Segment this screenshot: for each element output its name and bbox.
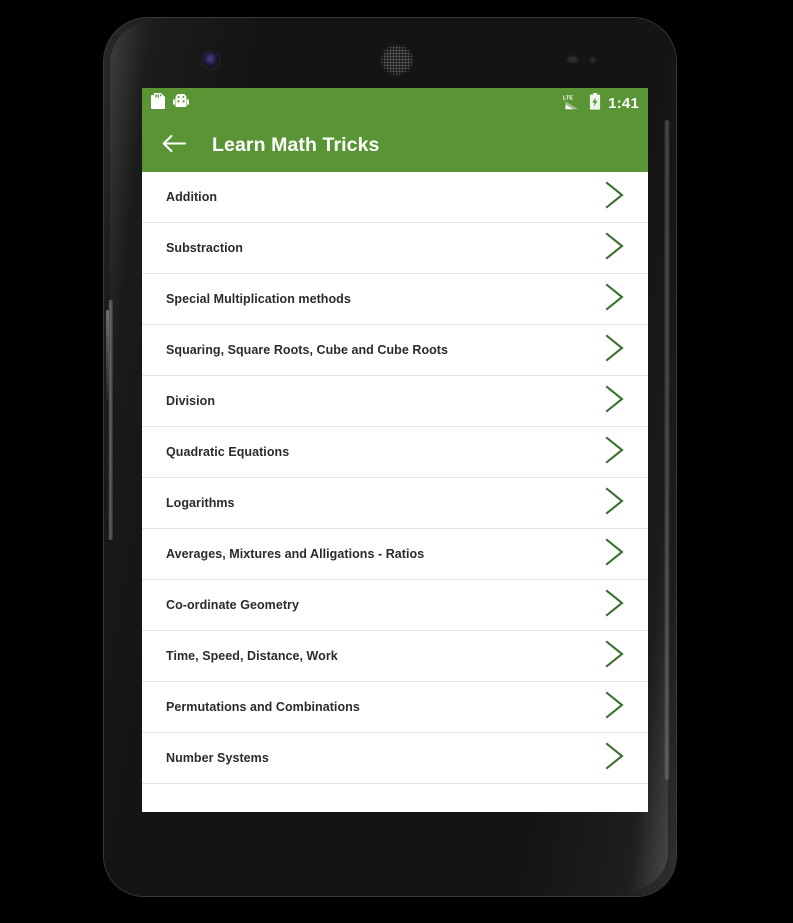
chevron-right-icon xyxy=(602,690,628,725)
list-item[interactable]: Averages, Mixtures and Alligations - Rat… xyxy=(142,529,648,580)
chevron-right-icon xyxy=(602,639,628,674)
list-item-label: Quadratic Equations xyxy=(166,445,290,459)
chevron-right-icon xyxy=(602,333,628,368)
battery-charging-icon xyxy=(589,92,601,115)
list-item-label: Time, Speed, Distance, Work xyxy=(166,649,338,663)
chevron-right-icon xyxy=(602,231,628,266)
list-item-label: Special Multiplication methods xyxy=(166,292,351,306)
chevron-right-icon xyxy=(602,588,628,623)
chevron-right-icon xyxy=(602,180,628,215)
list-item[interactable]: Logarithms xyxy=(142,478,648,529)
status-bar-left-icons xyxy=(151,92,189,114)
ambient-light-sensor xyxy=(590,57,596,63)
list-item-label: Averages, Mixtures and Alligations - Rat… xyxy=(166,547,425,561)
list-item[interactable]: Number Systems xyxy=(142,733,648,784)
earpiece-speaker-grille xyxy=(381,45,413,75)
screenshot-stage: LTE 1:41 Learn Math Tricks Addition Subs… xyxy=(0,0,793,923)
status-bar: LTE 1:41 xyxy=(142,88,648,119)
lte-signal-icon: LTE xyxy=(563,93,582,115)
list-item-label: Squaring, Square Roots, Cube and Cube Ro… xyxy=(166,343,449,357)
list-item[interactable]: Special Multiplication methods xyxy=(142,274,648,325)
list-item-label: Number Systems xyxy=(166,751,269,765)
status-bar-right-icons: LTE 1:41 xyxy=(563,92,639,115)
list-item-partial[interactable] xyxy=(142,784,648,812)
sd-card-icon xyxy=(151,93,165,114)
proximity-sensor xyxy=(567,56,578,63)
list-item-label: Addition xyxy=(166,190,218,204)
chevron-right-icon xyxy=(602,384,628,419)
list-item[interactable]: Time, Speed, Distance, Work xyxy=(142,631,648,682)
chevron-right-icon xyxy=(602,741,628,776)
chevron-right-icon xyxy=(602,537,628,572)
topic-list: Addition Substraction Special Multiplicati… xyxy=(142,172,648,784)
page-title: Learn Math Tricks xyxy=(212,134,380,156)
list-item[interactable]: Permutations and Combinations xyxy=(142,682,648,733)
status-bar-clock: 1:41 xyxy=(608,95,639,112)
list-item-label: Co-ordinate Geometry xyxy=(166,598,299,612)
phone-screen: LTE 1:41 Learn Math Tricks Addition Subs… xyxy=(142,88,648,812)
back-button[interactable] xyxy=(159,131,189,161)
list-item-label: Logarithms xyxy=(166,496,235,510)
list-item-label: Substraction xyxy=(166,241,243,255)
phone-right-edge-highlight xyxy=(664,120,670,780)
chevron-right-icon xyxy=(602,486,628,521)
list-item-label: Division xyxy=(166,394,216,408)
list-item[interactable]: Co-ordinate Geometry xyxy=(142,580,648,631)
list-item[interactable]: Squaring, Square Roots, Cube and Cube Ro… xyxy=(142,325,648,376)
back-arrow-icon xyxy=(162,134,187,158)
svg-text:LTE: LTE xyxy=(563,95,573,101)
app-bar: Learn Math Tricks xyxy=(142,119,648,172)
chevron-right-icon xyxy=(602,282,628,317)
list-item[interactable]: Addition xyxy=(142,172,648,223)
list-item-label: Permutations and Combinations xyxy=(166,700,360,714)
phone-left-button-highlight xyxy=(106,310,109,400)
android-robot-icon xyxy=(173,92,189,114)
front-camera-lens xyxy=(203,52,219,68)
chevron-right-icon xyxy=(602,435,628,470)
list-item[interactable]: Quadratic Equations xyxy=(142,427,648,478)
list-item[interactable]: Substraction xyxy=(142,223,648,274)
list-item[interactable]: Division xyxy=(142,376,648,427)
